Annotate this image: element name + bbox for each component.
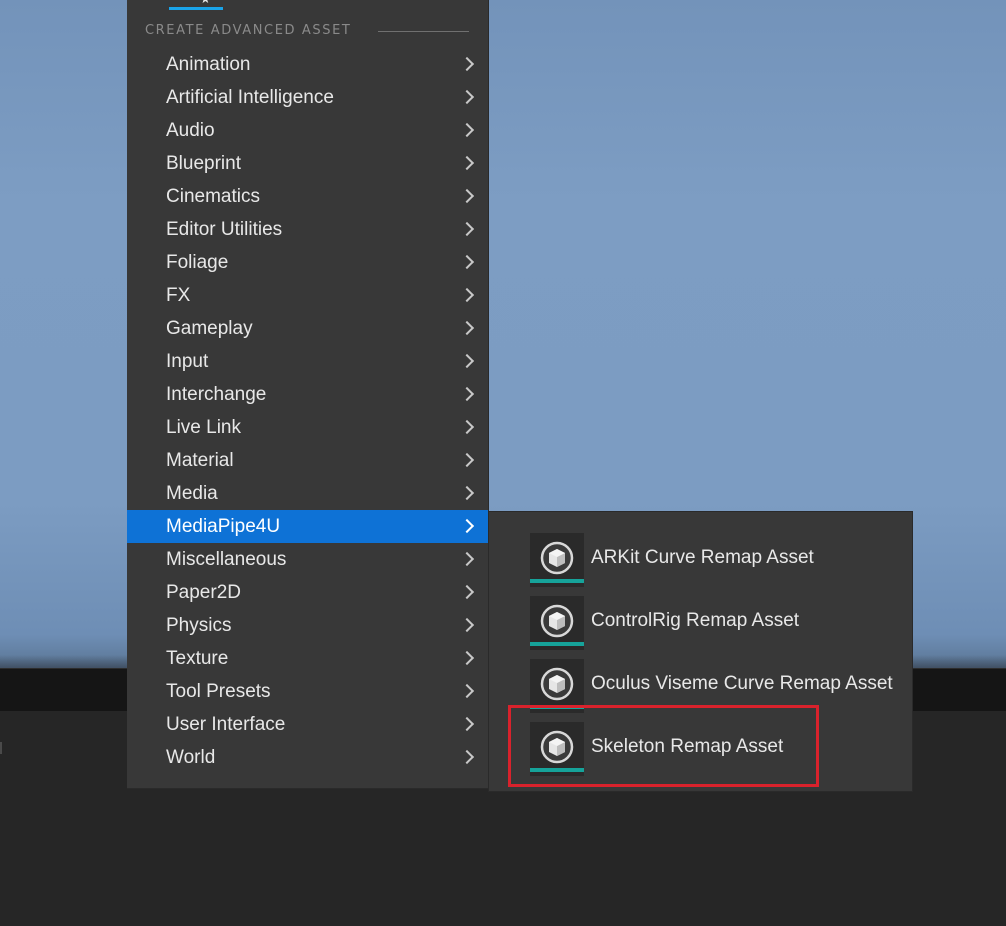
create-advanced-asset-menu: ★ CREATE ADVANCED ASSET Animation Artific… — [127, 0, 489, 789]
menu-item-label: Physics — [166, 614, 232, 636]
asset-type-color-bar — [530, 579, 584, 583]
chevron-right-icon — [459, 254, 475, 270]
menu-item-paper2d[interactable]: Paper2D — [127, 576, 488, 609]
chevron-right-icon — [459, 320, 475, 336]
favorites-tab[interactable]: ★ — [169, 0, 223, 10]
section-divider — [378, 31, 469, 32]
menu-item-label: FX — [166, 284, 191, 306]
menu-item-label: Cinematics — [166, 185, 260, 207]
menu-item-label: Media — [166, 482, 218, 504]
chevron-right-icon — [459, 551, 475, 567]
menu-item-cinematics[interactable]: Cinematics — [127, 180, 488, 213]
submenu-item-controlrig-remap-asset[interactable]: ControlRig Remap Asset — [489, 588, 914, 651]
menu-item-interchange[interactable]: Interchange — [127, 378, 488, 411]
menu-item-label: Editor Utilities — [166, 218, 283, 240]
menu-item-label: Animation — [166, 53, 251, 75]
menu-item-label: Foliage — [166, 251, 229, 273]
chevron-right-icon — [459, 749, 475, 765]
chevron-right-icon — [459, 287, 475, 303]
menu-item-user-interface[interactable]: User Interface — [127, 708, 488, 741]
chevron-right-icon — [459, 452, 475, 468]
submenu-item-label: ControlRig Remap Asset — [591, 610, 800, 631]
panel-edge-marker — [0, 742, 2, 754]
menu-item-gameplay[interactable]: Gameplay — [127, 312, 488, 345]
menu-item-tool-presets[interactable]: Tool Presets — [127, 675, 488, 708]
menu-item-label: Paper2D — [166, 581, 241, 603]
chevron-right-icon — [459, 683, 475, 699]
menu-item-material[interactable]: Material — [127, 444, 488, 477]
menu-item-live-link[interactable]: Live Link — [127, 411, 488, 444]
menu-item-label: Texture — [166, 647, 229, 669]
menu-item-media[interactable]: Media — [127, 477, 488, 510]
star-icon: ★ — [200, 0, 211, 6]
menu-item-label: Blueprint — [166, 152, 241, 174]
menu-item-foliage[interactable]: Foliage — [127, 246, 488, 279]
menu-item-animation[interactable]: Animation — [127, 48, 488, 81]
asset-thumbnail — [530, 533, 584, 587]
submenu-item-arkit-curve-remap-asset[interactable]: ARKit Curve Remap Asset — [489, 525, 914, 588]
menu-item-world[interactable]: World — [127, 741, 488, 774]
chevron-right-icon — [459, 485, 475, 501]
menu-item-editor-utilities[interactable]: Editor Utilities — [127, 213, 488, 246]
chevron-right-icon — [459, 584, 475, 600]
asset-cube-icon — [540, 541, 574, 575]
chevron-right-icon — [459, 650, 475, 666]
menu-item-label: Audio — [166, 119, 215, 141]
annotation-highlight-box — [508, 705, 819, 787]
chevron-right-icon — [459, 122, 475, 138]
menu-item-label: World — [166, 746, 216, 768]
chevron-right-icon — [459, 617, 475, 633]
menu-item-texture[interactable]: Texture — [127, 642, 488, 675]
menu-item-miscellaneous[interactable]: Miscellaneous — [127, 543, 488, 576]
menu-item-fx[interactable]: FX — [127, 279, 488, 312]
menu-item-artificial-intelligence[interactable]: Artificial Intelligence — [127, 81, 488, 114]
submenu-item-label: ARKit Curve Remap Asset — [591, 547, 814, 568]
menu-item-label: Artificial Intelligence — [166, 86, 334, 108]
menu-item-label: MediaPipe4U — [166, 515, 281, 537]
chevron-right-icon — [459, 386, 475, 402]
chevron-right-icon — [459, 716, 475, 732]
menu-item-label: User Interface — [166, 713, 286, 735]
chevron-right-icon — [459, 56, 475, 72]
chevron-right-icon — [459, 353, 475, 369]
menu-item-label: Material — [166, 449, 234, 471]
tab-underline — [169, 7, 223, 10]
asset-type-color-bar — [530, 642, 584, 646]
menu-item-label: Tool Presets — [166, 680, 271, 702]
chevron-right-icon — [459, 419, 475, 435]
menu-item-blueprint[interactable]: Blueprint — [127, 147, 488, 180]
menu-item-physics[interactable]: Physics — [127, 609, 488, 642]
menu-item-mediapipe4u[interactable]: MediaPipe4U — [127, 510, 488, 543]
menu-item-label: Live Link — [166, 416, 241, 438]
chevron-right-icon — [459, 188, 475, 204]
menu-item-input[interactable]: Input — [127, 345, 488, 378]
menu-item-label: Miscellaneous — [166, 548, 287, 570]
chevron-right-icon — [459, 221, 475, 237]
asset-cube-icon — [540, 667, 574, 701]
chevron-right-icon — [459, 155, 475, 171]
menu-item-audio[interactable]: Audio — [127, 114, 488, 147]
menu-item-label: Gameplay — [166, 317, 253, 339]
menu-item-label: Input — [166, 350, 209, 372]
asset-thumbnail — [530, 596, 584, 650]
section-header: CREATE ADVANCED ASSET — [145, 23, 352, 38]
chevron-right-icon — [459, 89, 475, 105]
chevron-right-icon — [459, 518, 475, 534]
asset-cube-icon — [540, 604, 574, 638]
submenu-item-label: Oculus Viseme Curve Remap Asset — [591, 673, 893, 694]
menu-item-label: Interchange — [166, 383, 267, 405]
menu-item-list: Animation Artificial Intelligence Audio Blu… — [127, 48, 488, 774]
